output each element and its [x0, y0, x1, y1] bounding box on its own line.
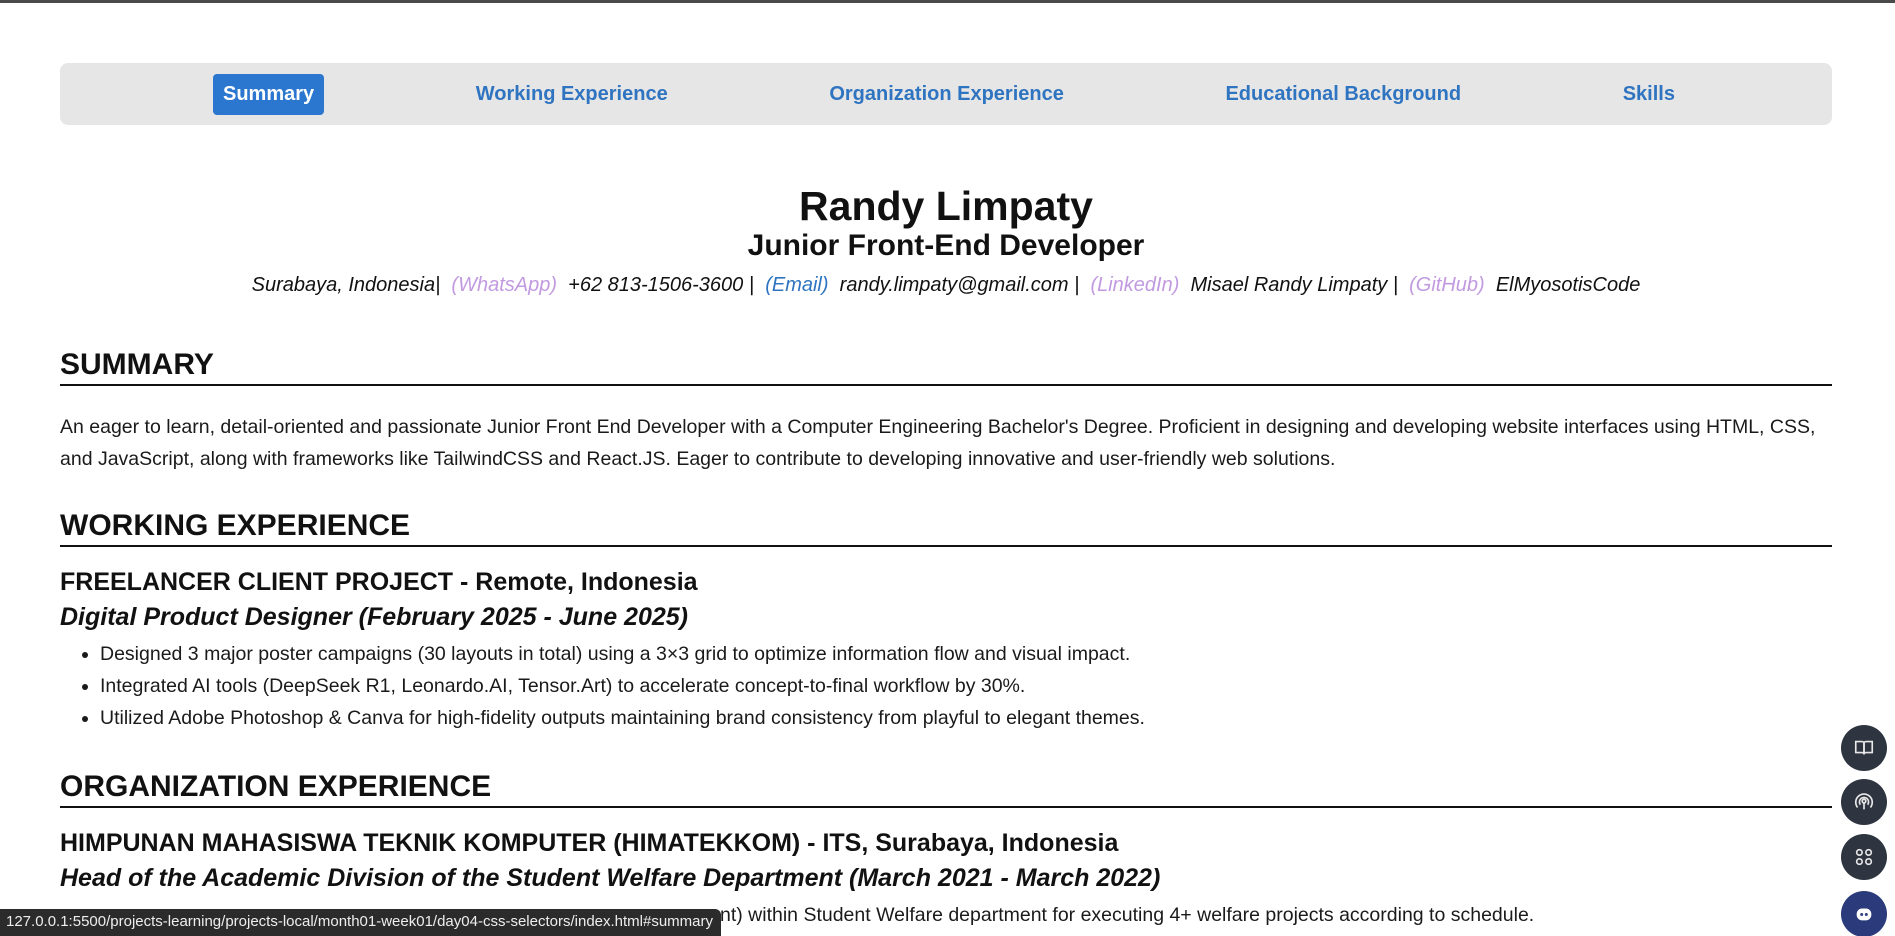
- section-heading-organization-experience: ORGANIZATION EXPERIENCE: [60, 770, 1832, 808]
- location: Surabaya, Indonesia: [251, 274, 436, 296]
- summary-section: SUMMARY An eager to learn, detail-orient…: [60, 348, 1832, 475]
- summary-paragraph: An eager to learn, detail-oriented and p…: [60, 416, 1816, 470]
- employer-line: FREELANCER CLIENT PROJECT - Remote, Indo…: [60, 568, 698, 596]
- job-title: Junior Front-End Developer: [747, 229, 1145, 262]
- responsibility-list: Designed 3 major poster campaigns (30 la…: [60, 638, 1832, 734]
- resume-page: Summary Working Experience Organization …: [60, 63, 1832, 931]
- apps-grid-icon[interactable]: [1841, 834, 1887, 880]
- link-preview-statusbar: 127.0.0.1:5500/projects-learning/project…: [0, 909, 722, 936]
- book-icon[interactable]: [1841, 725, 1887, 771]
- position-line: Digital Product Designer (February 2025 …: [60, 603, 688, 631]
- section-heading-summary: SUMMARY: [60, 348, 1832, 386]
- linkedin-name: Misael Randy Limpaty: [1190, 274, 1388, 296]
- phone-number: +62 813-1506-3600: [568, 274, 744, 296]
- nav-link-skills[interactable]: Skills: [1613, 74, 1685, 115]
- list-item: nt) within Student Welfare department fo…: [720, 904, 1535, 926]
- list-item: Integrated AI tools (DeepSeek R1, Leonar…: [100, 670, 1832, 702]
- github-tag[interactable]: (GitHub): [1409, 274, 1485, 296]
- nav-link-organization-experience[interactable]: Organization Experience: [819, 74, 1074, 115]
- section-nav: Summary Working Experience Organization …: [60, 63, 1832, 125]
- github-username: ElMyosotisCode: [1495, 274, 1641, 296]
- separator: |: [748, 274, 755, 296]
- separator: |: [1074, 274, 1080, 296]
- email-address: randy.limpaty@gmail.com: [839, 274, 1069, 296]
- section-heading-working-experience: WORKING EXPERIENCE: [60, 509, 1832, 547]
- position-line: Head of the Academic Division of the Stu…: [60, 864, 1161, 892]
- nav-link-working-experience[interactable]: Working Experience: [466, 74, 678, 115]
- organization-experience-section: ORGANIZATION EXPERIENCE HIMPUNAN MAHASIS…: [60, 770, 1832, 931]
- resume-header: Randy Limpaty Junior Front-End Developer…: [60, 183, 1832, 298]
- contact-line: Surabaya, Indonesia| (WhatsApp) +62 813-…: [60, 272, 1832, 298]
- list-item: Utilized Adobe Photoshop & Canva for hig…: [100, 702, 1832, 734]
- whatsapp-tag[interactable]: (WhatsApp): [451, 274, 557, 296]
- separator: |: [435, 274, 441, 296]
- nav-link-educational-background[interactable]: Educational Background: [1215, 74, 1471, 115]
- window-top-border: [0, 0, 1895, 3]
- linkedin-tag[interactable]: (LinkedIn): [1090, 274, 1179, 296]
- assistant-bot-icon[interactable]: [1841, 891, 1887, 936]
- person-name: Randy Limpaty: [799, 183, 1093, 229]
- organization-line: HIMPUNAN MAHASISWA TEKNIK KOMPUTER (HIMA…: [60, 829, 1119, 857]
- email-tag[interactable]: (Email): [765, 274, 828, 296]
- nav-link-summary[interactable]: Summary: [213, 73, 325, 115]
- separator: |: [1392, 274, 1399, 296]
- list-item: Designed 3 major poster campaigns (30 la…: [100, 638, 1832, 670]
- broadcast-icon[interactable]: [1841, 779, 1887, 825]
- working-experience-section: WORKING EXPERIENCE FREELANCER CLIENT PRO…: [60, 509, 1832, 734]
